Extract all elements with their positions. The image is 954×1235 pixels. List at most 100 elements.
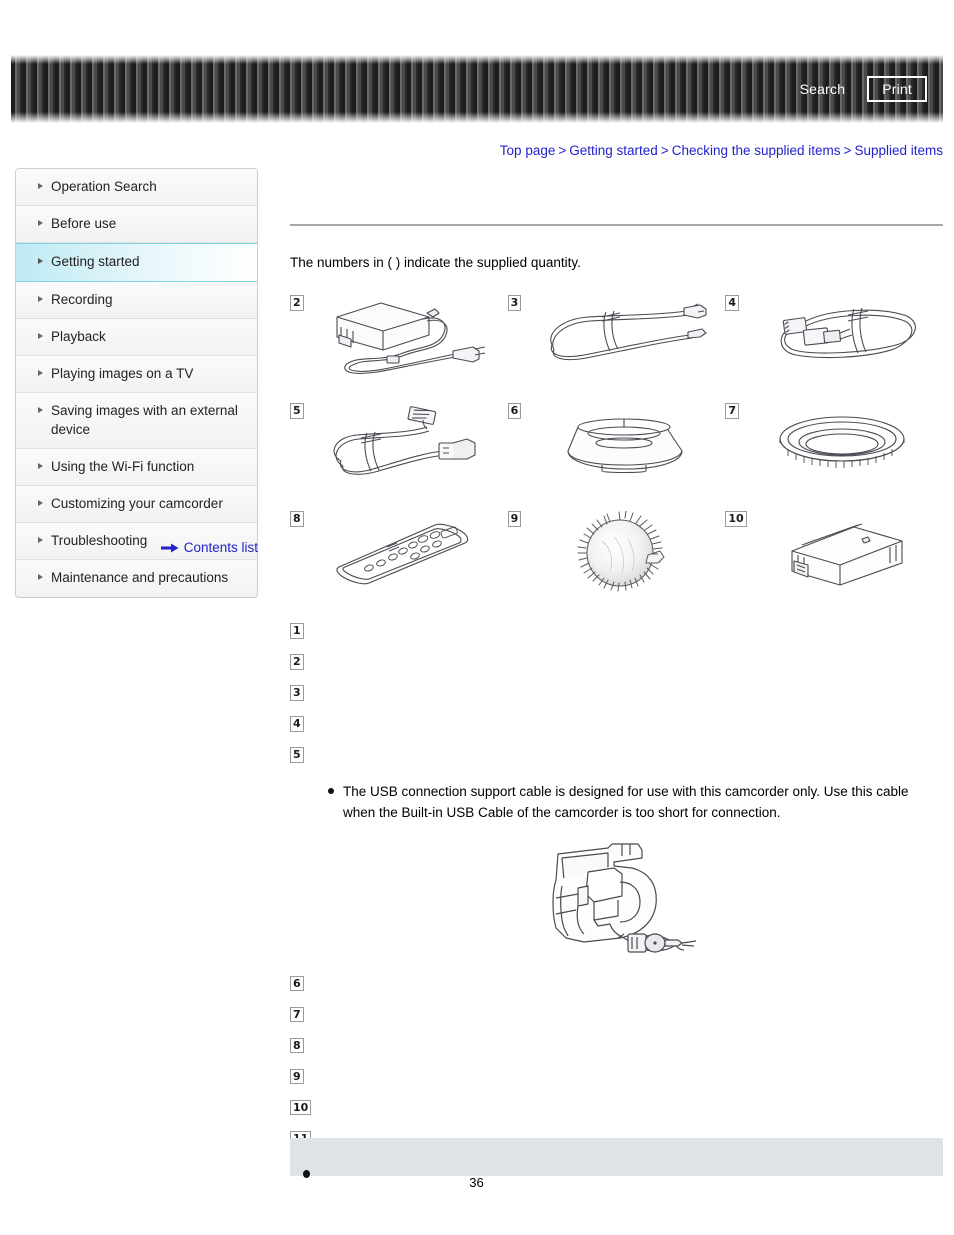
- item-number-badge: 3: [289, 683, 305, 702]
- search-button[interactable]: Search: [796, 79, 850, 99]
- item-number-badge: 3: [506, 293, 523, 312]
- sidebar-item-recording[interactable]: Recording: [16, 281, 257, 319]
- item-number-badge: 4: [724, 293, 740, 312]
- list-item: 9: [289, 1067, 943, 1100]
- sidebar-item-label: Operation Search: [51, 179, 157, 194]
- list-item: 1: [289, 621, 943, 654]
- chevron-right-icon: [38, 220, 43, 227]
- supplied-item-figure-4: 4: [724, 293, 943, 391]
- print-button[interactable]: Print: [867, 76, 927, 102]
- sidebar-item-using-the-wifi-function[interactable]: Using the Wi-Fi function: [16, 448, 257, 486]
- lens-ring-icon: [743, 403, 943, 487]
- contents-list-row: Contents list: [15, 540, 258, 555]
- sidebar-item-label: Getting started: [51, 254, 140, 270]
- footer-bar: [290, 1138, 943, 1176]
- breadcrumb-item-getting-started[interactable]: Getting started: [569, 143, 658, 158]
- breadcrumb-item-supplied-items[interactable]: Supplied items: [854, 143, 943, 158]
- sidebar-item-playing-images-on-a-tv[interactable]: Playing images on a TV: [16, 356, 257, 394]
- header-actions: Search Print: [796, 76, 927, 102]
- arrow-right-icon: [160, 543, 179, 552]
- chevron-right-icon: [38, 407, 43, 414]
- item-number-badge: 6: [289, 974, 305, 993]
- item-number-badge: 9: [506, 509, 523, 528]
- lens-hood-icon: [525, 403, 725, 487]
- list-item: 3: [289, 683, 943, 716]
- breadcrumb-separator: >: [660, 143, 669, 158]
- item-number-badge: 5: [289, 401, 305, 420]
- item-number-badge: 2: [289, 652, 305, 671]
- intro-text: The numbers in ( ) indicate the supplied…: [290, 255, 581, 270]
- supplied-items-figure-grid: 2 3 4 5 6 7 8 9 10: [289, 293, 943, 607]
- sidebar-item-before-use[interactable]: Before use: [16, 206, 257, 244]
- list-item: 10: [288, 1098, 943, 1131]
- chevron-right-icon: [38, 574, 43, 581]
- supplied-item-figure-8: 8: [289, 509, 508, 607]
- sidebar-item-playback[interactable]: Playback: [16, 318, 257, 357]
- supplied-item-figure-7: 7: [724, 401, 943, 499]
- camcorder-with-usb-cable-icon: [551, 843, 696, 953]
- supplied-item-figure-2: 2: [289, 293, 508, 391]
- breadcrumb: Top page > Getting started > Checking the su…: [0, 143, 943, 158]
- sidebar-item-label: Playing images on a TV: [51, 366, 194, 382]
- page-number: 36: [469, 1175, 484, 1190]
- sidebar-item-operation-search[interactable]: Operation Search: [16, 169, 257, 207]
- breadcrumb-separator: >: [843, 143, 852, 158]
- chevron-right-icon: [38, 462, 43, 469]
- item-number-badge: 5: [289, 745, 305, 764]
- battery-pack-icon: [751, 511, 943, 595]
- sidebar-item-label: Recording: [51, 291, 113, 307]
- power-cord-icon: [525, 295, 725, 379]
- supplied-item-figure-6: 6: [506, 401, 726, 499]
- content-divider: [290, 224, 943, 226]
- chevron-right-icon: [38, 370, 43, 377]
- sidebar-item-customizing-your-camcorder[interactable]: Customizing your camcorder: [16, 485, 257, 524]
- chevron-right-icon: [38, 183, 43, 189]
- supplied-item-figure-3: 3: [506, 293, 726, 391]
- wireless-remote-commander-icon: [308, 511, 508, 595]
- item-number-badge: 7: [724, 401, 740, 420]
- supplied-items-list-lower: 6 7 8 9 10 11: [288, 974, 943, 1162]
- camcorder-with-usb-cable-figure: [290, 842, 943, 960]
- chevron-right-icon: [38, 499, 43, 506]
- supplied-items-list-upper: 1 2 3 4 5: [289, 621, 943, 778]
- contents-list-link[interactable]: Contents list: [184, 540, 258, 555]
- sidebar-item-getting-started[interactable]: Getting started: [16, 243, 257, 282]
- item-number-badge: 8: [289, 509, 305, 528]
- chevron-right-icon: [38, 295, 43, 302]
- list-item: 8: [289, 1036, 943, 1069]
- sidebar-item-label: Before use: [51, 216, 117, 232]
- wind-screen-icon: [525, 510, 725, 595]
- item-number-badge: 2: [289, 293, 305, 312]
- item-number-badge: 9: [289, 1067, 305, 1086]
- bullet-icon: [328, 787, 334, 794]
- sidebar-item-label: Using the Wi-Fi function: [51, 458, 195, 474]
- item-number-badge: 8: [289, 1036, 305, 1055]
- hdmi-cable-icon: [743, 295, 943, 379]
- main-content: The numbers in ( ) indicate the supplied…: [288, 168, 943, 1162]
- ac-adaptor-icon: [308, 295, 508, 379]
- sidebar-item-label: Maintenance and precautions: [51, 570, 229, 586]
- item-number-badge: 10: [724, 509, 748, 528]
- chevron-right-icon: [38, 258, 43, 265]
- header-banner: Search Print: [11, 55, 943, 123]
- supplied-item-figure-10: 10: [724, 509, 943, 607]
- sidebar-item-label: Customizing your camcorder: [51, 495, 223, 511]
- list-item: 6: [289, 974, 943, 1007]
- list-item: 5: [289, 745, 943, 778]
- item-number-badge: 10: [288, 1098, 313, 1117]
- item-number-badge: 6: [506, 401, 523, 420]
- sidebar-item-label: Playback: [51, 328, 106, 344]
- sidebar-navigation: Operation Search Before use Getting star…: [15, 168, 258, 598]
- breadcrumb-item-checking-supplied-items[interactable]: Checking the supplied items: [672, 143, 841, 158]
- sidebar-item-label: Saving images with an external device: [51, 403, 238, 437]
- breadcrumb-item-top-page[interactable]: Top page: [500, 143, 556, 158]
- sidebar-item-saving-images-external-device[interactable]: Saving images with an external device: [16, 393, 257, 449]
- sidebar-item-maintenance-and-precautions[interactable]: Maintenance and precautions: [16, 560, 257, 597]
- chevron-right-icon: [38, 332, 43, 339]
- note-text: The USB connection support cable is desi…: [343, 783, 909, 820]
- list-item: 4: [289, 714, 943, 747]
- item-number-badge: 1: [289, 621, 305, 640]
- item-number-badge: 7: [289, 1005, 305, 1024]
- list-item: 7: [289, 1005, 943, 1038]
- item-number-badge: 4: [289, 714, 305, 733]
